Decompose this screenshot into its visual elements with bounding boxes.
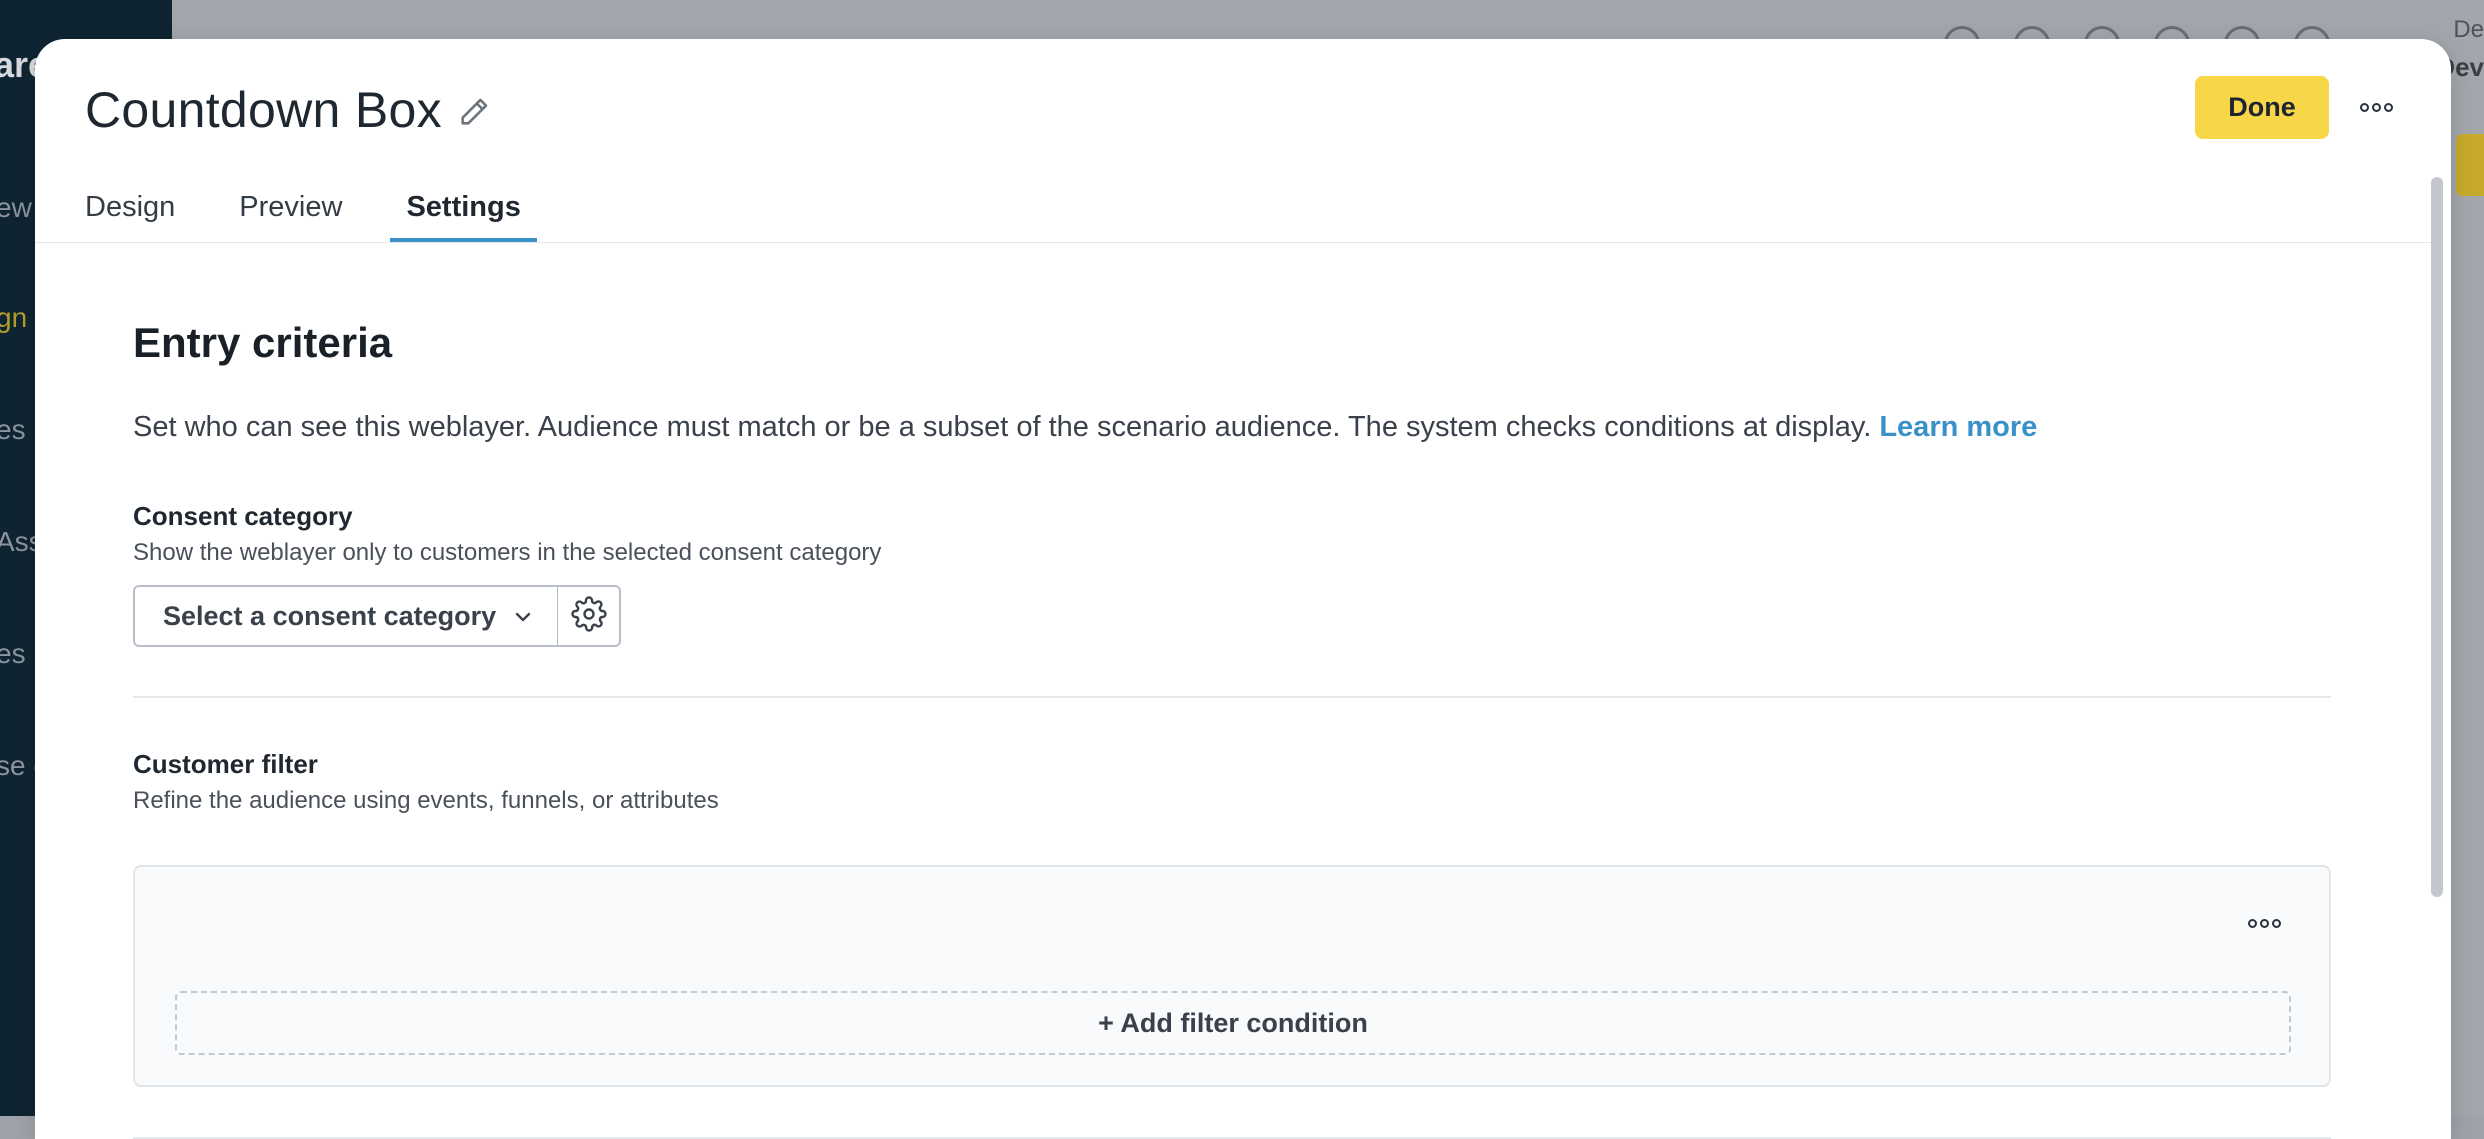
customer-filter-box: + Add filter condition <box>133 865 2331 1087</box>
edit-title-icon[interactable] <box>457 95 491 129</box>
tab-settings[interactable]: Settings <box>390 191 538 242</box>
consent-category-select-value: Select a consent category <box>163 600 497 631</box>
more-options-button[interactable] <box>2354 89 2398 125</box>
consent-settings-button[interactable] <box>557 585 621 647</box>
chevron-down-icon <box>513 607 533 627</box>
weblayer-settings-modal: Countdown Box Done Design Preview Settin… <box>35 39 2451 1139</box>
entry-criteria-text: Set who can see this weblayer. Audience … <box>133 411 1880 443</box>
consent-category-label: Consent category <box>133 501 353 531</box>
filter-more-options-button[interactable] <box>2248 919 2281 928</box>
learn-more-link[interactable]: Learn more <box>1879 411 2037 443</box>
modal-title: Countdown Box <box>85 82 442 138</box>
more-icon-dot <box>2383 102 2393 112</box>
gear-icon <box>570 595 607 637</box>
sidebar-item: es <box>0 638 26 669</box>
more-icon-dot <box>2272 919 2281 928</box>
tab-design[interactable]: Design <box>85 191 175 242</box>
add-filter-condition-button[interactable]: + Add filter condition <box>175 991 2291 1055</box>
consent-category-help: Show the weblayer only to customers in t… <box>133 539 882 566</box>
tabs-divider <box>35 242 2431 243</box>
consent-category-select[interactable]: Select a consent category <box>133 585 559 647</box>
entry-criteria-heading: Entry criteria <box>133 319 393 366</box>
more-icon <box>2359 102 2369 112</box>
more-icon-dot <box>2260 919 2269 928</box>
settings-content: Entry criteria Set who can see this webl… <box>133 319 2333 1139</box>
sidebar-item: ew <box>0 192 32 223</box>
entry-criteria-description: Set who can see this weblayer. Audience … <box>133 411 2037 444</box>
section-divider <box>133 696 2331 698</box>
done-button[interactable]: Done <box>2195 76 2329 139</box>
more-icon <box>2248 919 2257 928</box>
customer-filter-help: Refine the audience using events, funnel… <box>133 787 719 814</box>
scrollbar[interactable] <box>2431 177 2443 897</box>
background-accent-button <box>2456 134 2484 196</box>
sidebar-item: es <box>0 414 26 445</box>
tab-preview[interactable]: Preview <box>239 191 342 242</box>
sidebar-item: gn <box>0 302 28 333</box>
tab-bar: Design Preview Settings <box>85 191 585 242</box>
more-icon-dot <box>2371 102 2381 112</box>
user-name: De <box>2453 16 2484 43</box>
customer-filter-label: Customer filter <box>133 749 318 779</box>
